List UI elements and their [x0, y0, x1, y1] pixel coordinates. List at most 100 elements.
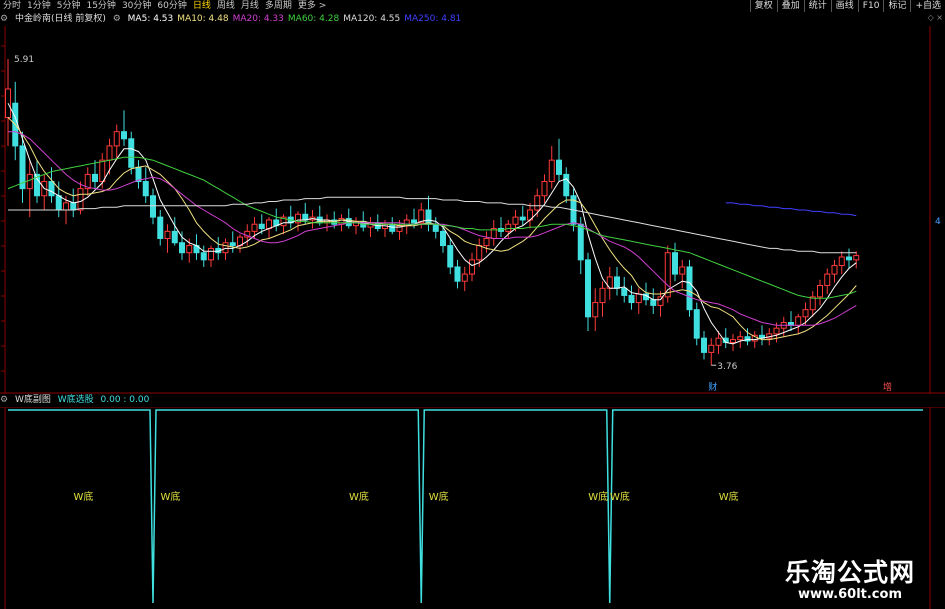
candle-body: [737, 336, 744, 341]
candle-body: [142, 181, 149, 197]
period-tab-1[interactable]: 1分钟: [24, 0, 54, 12]
candle-body: [505, 223, 512, 232]
candle-body: [200, 252, 207, 261]
candle-body: [128, 138, 135, 168]
period-tab-0[interactable]: 分时: [0, 0, 24, 12]
ma-label-0: MA5: 4.53: [127, 14, 174, 24]
candle-body: [251, 223, 258, 232]
ma-info-bar: ⚙ 中金岭南(日线 前复权) ⚙ MA5: 4.53 MA10: 4.48 MA20…: [0, 13, 945, 26]
watermark-url: www.60lt.com: [797, 587, 902, 602]
w-bottom-label: W底: [161, 490, 181, 503]
ma-line-MA20: [8, 131, 857, 326]
candle-body: [831, 265, 838, 275]
candle-body: [773, 327, 780, 335]
panel-arrows-icon[interactable]: ◇ ×: [928, 13, 943, 22]
w-bottom-label: W底: [429, 490, 449, 503]
candle-body: [403, 219, 410, 227]
candle-body: [556, 159, 562, 175]
candle-body: [92, 173, 98, 183]
period-tab-2[interactable]: 5分钟: [54, 0, 84, 12]
candle-body: [121, 131, 127, 140]
watermark-title: 乐淘公式网: [784, 558, 915, 587]
candle-body: [222, 242, 229, 254]
tool-button-2[interactable]: 统计: [803, 0, 831, 12]
high-label: 5.91: [14, 55, 34, 65]
candle-body: [302, 213, 309, 221]
w-bottom-label: W底: [588, 490, 608, 503]
candle-body: [432, 223, 439, 232]
candle-body: [48, 181, 55, 197]
w-bottom-label: W底: [719, 490, 739, 503]
tool-button-0[interactable]: 复权: [749, 0, 777, 12]
ma-label-3: MA60: 4.28: [287, 14, 340, 24]
candle-body: [440, 230, 446, 247]
period-tab-8[interactable]: 月线: [238, 0, 262, 12]
candle-body: [585, 259, 591, 318]
candle-body: [171, 230, 178, 244]
period-tab-7[interactable]: 周线: [214, 0, 238, 12]
sub-gear-icon[interactable]: ⚙: [0, 395, 8, 405]
zeng-label: 增: [883, 381, 892, 393]
tool-button-4[interactable]: F10: [857, 0, 884, 12]
candle-body: [164, 230, 171, 239]
period-tab-6[interactable]: 日线: [190, 0, 214, 12]
candle-body: [686, 266, 693, 311]
candle-body: [229, 242, 236, 247]
candle-body: [577, 223, 584, 261]
w-bottom-label: W底: [610, 490, 630, 503]
period-tabs: 分时 1分钟 5分钟 15分钟 30分钟 60分钟 日线 周线 月线 多周期 更多 >: [0, 0, 329, 12]
candle-body: [63, 202, 69, 211]
tool-button-3[interactable]: 画线: [830, 0, 858, 12]
candle-body: [454, 266, 461, 282]
candle-body: [157, 216, 164, 239]
ma-line-MA250: [725, 202, 857, 217]
candle-body: [179, 242, 185, 254]
right-tick-label: 4: [935, 217, 941, 227]
candle-body: [483, 237, 490, 247]
candle-body: [795, 316, 802, 326]
candle-body: [26, 173, 33, 190]
candle-body: [534, 195, 541, 211]
sub-title: W底副图: [14, 395, 51, 405]
w-bottom-label: W底: [349, 490, 369, 503]
candle-body: [802, 309, 809, 318]
period-tab-5[interactable]: 60分钟: [154, 0, 189, 12]
candle-body: [672, 252, 678, 275]
period-tab-4[interactable]: 30分钟: [119, 0, 154, 12]
tool-button-5[interactable]: 标记: [883, 0, 910, 12]
candle-body: [846, 256, 852, 261]
sub-value: 0.00 : 0.00: [100, 395, 150, 405]
candle-body: [186, 245, 193, 254]
candle-body: [599, 287, 606, 304]
candle-body: [113, 131, 120, 147]
ma-label-4: MA120: 4.55: [343, 14, 401, 24]
candle-body: [389, 223, 396, 232]
period-tab-9[interactable]: 多周期: [262, 0, 295, 12]
sub-info-bar: ⚙ W底副图 W底选股 0.00 : 0.00: [0, 394, 153, 407]
candle-body: [715, 337, 722, 346]
candle-body: [70, 202, 77, 211]
candle-body: [476, 245, 483, 261]
candle-body: [628, 294, 635, 304]
ma-label-5: MA250: 4.81: [404, 14, 462, 24]
candle-body: [258, 223, 265, 230]
ma-labels: MA5: 4.53 MA10: 4.48 MA20: 4.33 MA60: 4.28 M…: [128, 14, 466, 24]
candle-body: [824, 273, 831, 286]
candle-body: [592, 302, 599, 318]
candle-body: [99, 159, 106, 183]
candle-body: [838, 256, 845, 267]
candle-body: [853, 255, 860, 261]
period-tab-3[interactable]: 15分钟: [83, 0, 118, 12]
tool-button-1[interactable]: 叠加: [776, 0, 804, 12]
ma-label-2: MA20: 4.33: [232, 14, 284, 24]
ma-line-MA60: [7, 156, 857, 299]
candle-body: [425, 209, 432, 225]
ma-gear-icon[interactable]: ⚙: [113, 14, 121, 24]
candle-body: [208, 247, 214, 261]
candle-body: [541, 181, 548, 197]
period-tab-10[interactable]: 更多 >: [295, 0, 329, 12]
tool-button-6[interactable]: +自选: [910, 0, 945, 12]
settings-gear-icon[interactable]: ⚙: [0, 14, 8, 24]
right-tools: 复权 叠加 统计 画线 F10 标记 +自选: [749, 0, 945, 12]
candle-body: [635, 293, 642, 304]
